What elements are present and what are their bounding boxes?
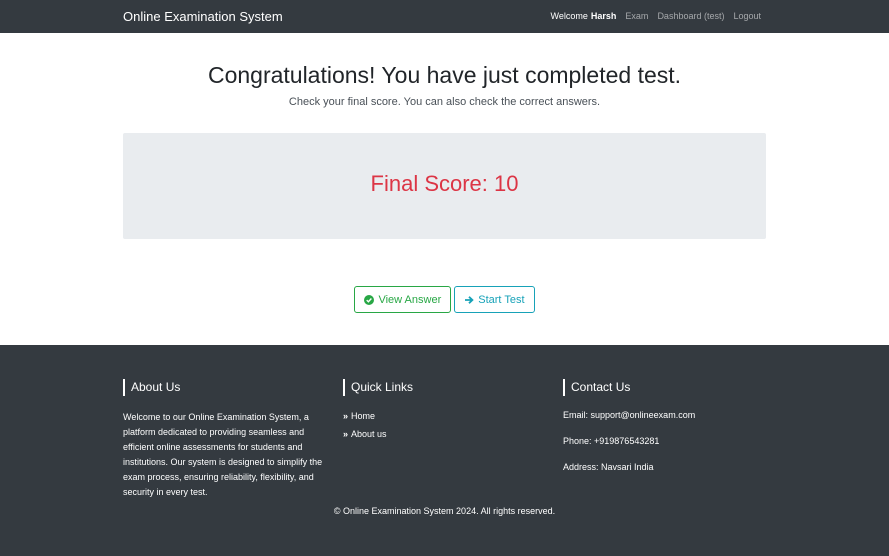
nav-link-logout[interactable]: Logout xyxy=(733,11,761,21)
quick-links-heading: Quick Links xyxy=(343,379,413,396)
navbar: Online Examination System Welcome Harsh E… xyxy=(0,0,889,33)
view-answer-label: View Answer xyxy=(378,293,442,306)
check-circle-icon xyxy=(364,294,375,305)
about-heading: About Us xyxy=(123,379,323,396)
username: Harsh xyxy=(590,11,617,21)
double-chevron-right-icon: » xyxy=(343,429,349,439)
contact-email: Email: support@onlineexam.com xyxy=(563,410,696,420)
welcome-prefix: Welcome xyxy=(550,11,588,21)
footer-contact: Contact Us Email: support@onlineexam.com… xyxy=(563,379,695,486)
action-buttons: View Answer Start Test xyxy=(0,286,889,313)
nav-link-exam[interactable]: Exam xyxy=(625,11,648,21)
score-panel: Final Score: 10 xyxy=(123,133,766,239)
copyright-text: © Online Examination System 2024. All ri… xyxy=(333,506,556,516)
welcome-text: Welcome Harsh xyxy=(551,11,617,21)
quick-link-label: About us xyxy=(351,429,387,439)
contact-address: Address: Navsari India xyxy=(563,462,654,472)
footer-quick-links: Quick Links » Home » About us xyxy=(343,379,413,443)
page-subtitle: Check your final score. You can also che… xyxy=(288,96,601,108)
start-test-button[interactable]: Start Test xyxy=(454,286,535,313)
start-test-label: Start Test xyxy=(478,293,525,306)
contact-details: Email: support@onlineexam.com Phone: +91… xyxy=(563,408,695,486)
page-title: Congratulations! You have just completed… xyxy=(207,62,682,88)
contact-phone: Phone: +919876543281 xyxy=(563,436,660,446)
main-content: Congratulations! You have just completed… xyxy=(0,33,889,345)
nav-link-dashboard[interactable]: Dashboard (test) xyxy=(657,11,724,21)
quick-link-home[interactable]: » Home xyxy=(343,407,413,425)
about-text: Welcome to our Online Examination System… xyxy=(123,412,323,497)
contact-heading: Contact Us xyxy=(563,379,695,396)
arrow-right-icon xyxy=(464,295,474,305)
view-answer-button[interactable]: View Answer xyxy=(354,286,452,313)
footer-about: About Us Welcome to our Online Examinati… xyxy=(123,379,323,500)
footer: About Us Welcome to our Online Examinati… xyxy=(0,345,889,556)
quick-link-label: Home xyxy=(351,411,376,421)
final-score: Final Score: 10 xyxy=(370,171,519,196)
quick-link-about[interactable]: » About us xyxy=(343,425,413,443)
brand-title[interactable]: Online Examination System xyxy=(123,9,283,24)
quick-links-list: » Home » About us xyxy=(343,407,413,443)
nav-links: Welcome Harsh Exam Dashboard (test) Logou… xyxy=(551,11,761,21)
double-chevron-right-icon: » xyxy=(343,411,349,421)
